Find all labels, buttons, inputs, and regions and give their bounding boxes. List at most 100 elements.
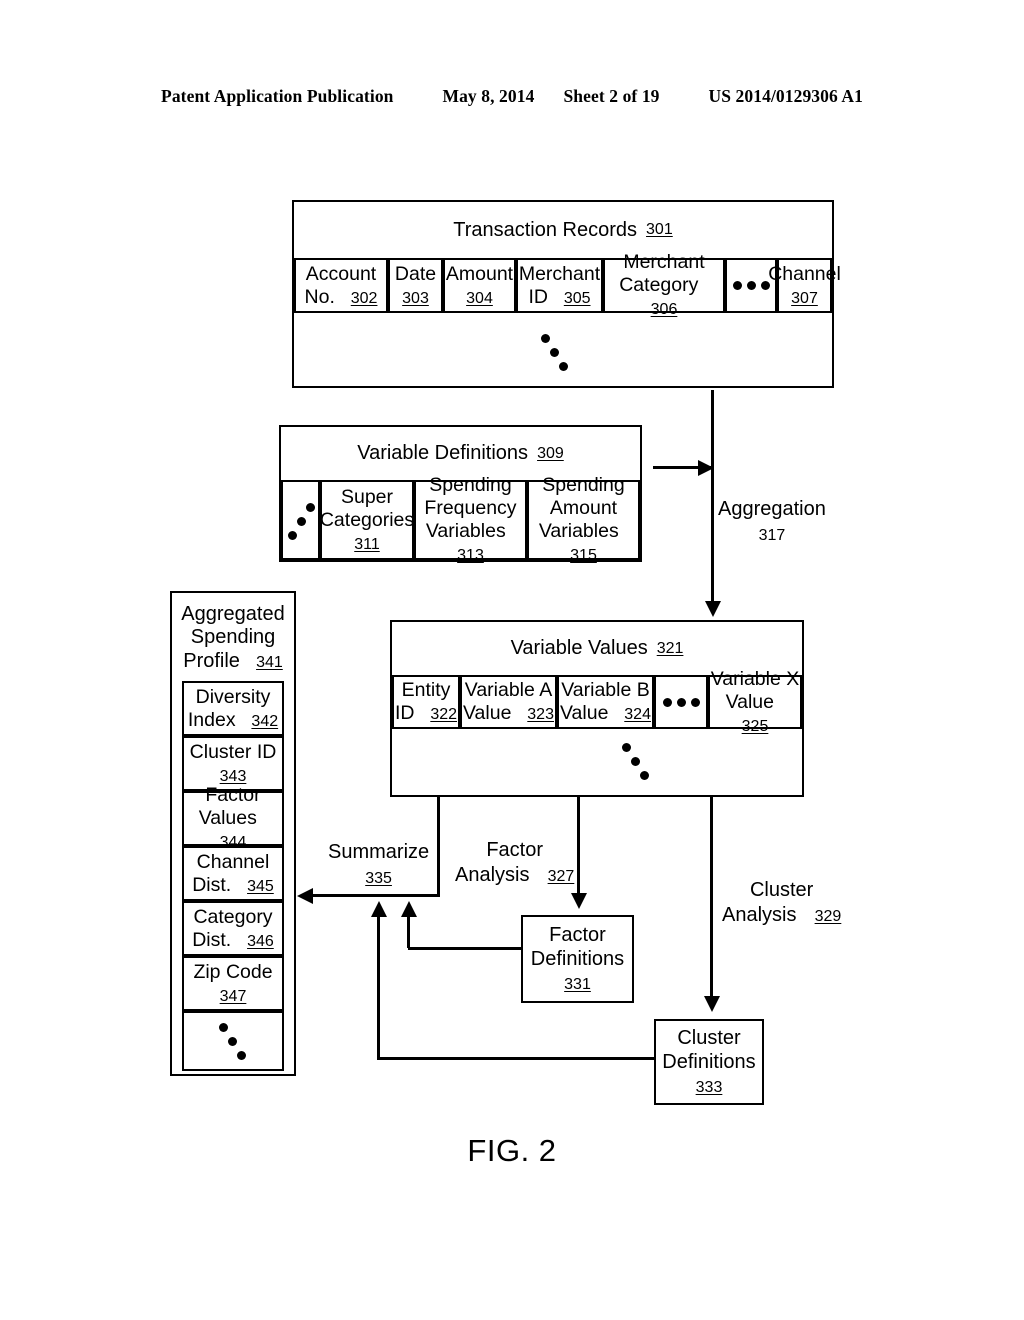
variable-values-rows-ellipsis-icon — [620, 742, 654, 782]
asp-field-channel-dist: Channel Dist. 345 — [182, 846, 284, 901]
variable-definitions-title-text: Variable Definitions — [357, 442, 529, 464]
asp-field-cluster-id: Cluster ID 343 — [182, 736, 284, 791]
vardef-spending-frequency-line1: Spending — [429, 474, 512, 496]
cluster-definitions-box: Cluster Definitions 333 — [654, 1019, 764, 1105]
asp-diversity-index-line1: Diversity — [195, 685, 271, 708]
varval-entity-id-line1: Entity — [401, 679, 451, 701]
vardef-super-categories-line2: Categories — [319, 508, 415, 531]
cluster-analysis-label-ref: 329 — [814, 908, 842, 925]
column-account-no-ref: 302 — [350, 289, 378, 307]
cluster-analysis-label-line1: Cluster — [749, 879, 814, 901]
vardef-spending-amount-line3: Variables — [538, 520, 619, 542]
factor-definitions-return-riser — [407, 916, 410, 948]
column-channel-ref: 307 — [791, 289, 818, 307]
variable-definitions-feed-arrowhead-icon — [698, 459, 714, 476]
factor-definitions-ref: 331 — [564, 976, 591, 993]
varval-variable-b-ref: 324 — [624, 706, 651, 723]
vardef-column-ellipsis — [281, 480, 320, 560]
cluster-analysis-label-line2: Analysis — [722, 904, 797, 926]
transaction-records-rows-ellipsis-icon — [539, 333, 573, 373]
patent-number: US 2014/0129306 A1 — [708, 86, 863, 106]
summarize-down-line — [437, 797, 440, 897]
asp-factor-values-line2: Values — [198, 807, 257, 829]
cluster-analysis-label: Cluster Analysis 329 — [722, 878, 841, 928]
column-date-ref: 303 — [402, 289, 429, 307]
variable-values-title-text: Variable Values — [510, 637, 648, 659]
figure-caption: FIG. 2 — [467, 1133, 557, 1168]
column-account-no: Account No. 302 — [294, 258, 388, 313]
factor-definitions-line2: Definitions — [530, 948, 625, 970]
asp-factor-values-line1: Factor — [205, 784, 261, 806]
asp-cluster-id-line1: Cluster ID — [189, 740, 277, 763]
varval-entity-id-ref: 322 — [430, 706, 458, 723]
varval-variable-x-line1: Variable X — [710, 667, 800, 690]
factor-definitions-box: Factor Definitions 331 — [521, 915, 634, 1003]
factor-definitions-return-line — [408, 947, 522, 950]
variable-definitions-title: Variable Definitions 309 — [281, 427, 640, 480]
variable-definitions-ref: 309 — [537, 444, 564, 462]
asp-title-ref: 341 — [256, 653, 283, 671]
transaction-records-box: Transaction Records 301 Account No. 302 … — [292, 200, 841, 388]
variable-values-box: Variable Values 321 Entity ID 322 Variab… — [390, 620, 804, 797]
aggregated-spending-profile-box: Aggregated Spending Profile 341 Diversit… — [170, 591, 296, 1076]
cluster-definitions-ref: 333 — [695, 1079, 723, 1096]
asp-field-factor-values: Factor Values 344 — [182, 784, 284, 851]
column-merchant-id-line1: Merchant — [518, 262, 601, 285]
column-merchant-category-line1: Merchant — [623, 251, 705, 273]
vardef-super-categories-ref: 311 — [354, 535, 380, 553]
cluster-analysis-line — [710, 797, 713, 998]
varval-variable-a-ref: 323 — [527, 706, 554, 723]
factor-definitions-line1: Factor — [549, 924, 606, 946]
varval-column-variable-b: Variable B Value 324 — [557, 675, 654, 729]
varval-variable-x-ref: 325 — [741, 717, 769, 735]
factor-definitions-content: Factor Definitions 331 — [523, 917, 632, 1001]
publication-title: Patent Application Publication — [161, 86, 394, 106]
varval-variable-b-line1: Variable B — [561, 679, 650, 701]
diagonal-ellipsis-icon — [286, 502, 316, 540]
factor-definitions-return-arrowhead-icon — [400, 901, 417, 917]
variable-definitions-box: Variable Definitions 309 Super Categorie… — [279, 425, 642, 564]
summarize-label-text: Summarize — [328, 841, 430, 863]
column-merchant-id-ref: 305 — [563, 289, 591, 307]
column-account-no-line1: Account — [305, 262, 377, 285]
factor-analysis-label: Factor Analysis 327 — [455, 838, 574, 888]
column-merchant-category-ref: 306 — [650, 301, 678, 318]
asp-category-dist-line2: Dist. — [192, 928, 232, 951]
asp-title-line1: Aggregated — [181, 602, 285, 625]
vardef-column-super-categories: Super Categories 311 — [320, 480, 414, 560]
asp-category-dist-ref: 346 — [247, 932, 274, 950]
asp-zip-code-line1: Zip Code — [193, 960, 273, 983]
column-channel-line1: Channel — [768, 262, 841, 285]
aggregation-label-text: Aggregation — [718, 498, 826, 520]
factor-analysis-label-ref: 327 — [547, 868, 575, 885]
aggregated-spending-profile-title: Aggregated Spending Profile 341 — [172, 598, 294, 678]
publication-date: May 8, 2014 — [442, 86, 535, 106]
varval-variable-b-line2: Value — [560, 702, 609, 724]
column-channel: Channel 307 — [768, 258, 841, 313]
column-account-no-line2: No. — [304, 285, 335, 308]
asp-channel-dist-line1: Channel — [196, 850, 270, 873]
summarize-arrowhead-icon — [297, 887, 313, 904]
vardef-spending-frequency-line3: Variables — [425, 520, 506, 542]
varval-column-ellipsis — [654, 675, 708, 729]
asp-channel-dist-ref: 345 — [247, 877, 274, 895]
cluster-definitions-return-line — [377, 1057, 654, 1060]
varval-variable-a-line1: Variable A — [464, 679, 553, 701]
varval-variable-x-line2: Value — [725, 690, 774, 713]
vardef-spending-frequency-ref: 313 — [457, 547, 484, 564]
asp-field-zip-code: Zip Code 347 — [182, 956, 284, 1011]
cluster-definitions-return-riser — [377, 916, 380, 1059]
varval-entity-id-line2: ID — [394, 702, 415, 724]
factor-analysis-label-line2: Analysis — [455, 864, 530, 886]
horizontal-ellipsis-icon — [732, 281, 770, 290]
vardef-spending-amount-ref: 315 — [570, 547, 597, 564]
aggregation-label-ref: 317 — [758, 527, 786, 544]
asp-category-dist-line1: Category — [193, 905, 273, 928]
column-merchant-id-line2: ID — [528, 285, 548, 308]
cluster-definitions-line1: Cluster — [677, 1027, 741, 1049]
patent-header: Patent Application Publication May 8, 20… — [0, 86, 1024, 107]
vardef-super-categories-line1: Super — [340, 485, 394, 508]
summarize-label: Summarize 335 — [328, 840, 429, 890]
column-merchant-category: Merchant Category 306 — [603, 251, 725, 318]
varval-column-entity-id: Entity ID 322 — [392, 675, 460, 729]
